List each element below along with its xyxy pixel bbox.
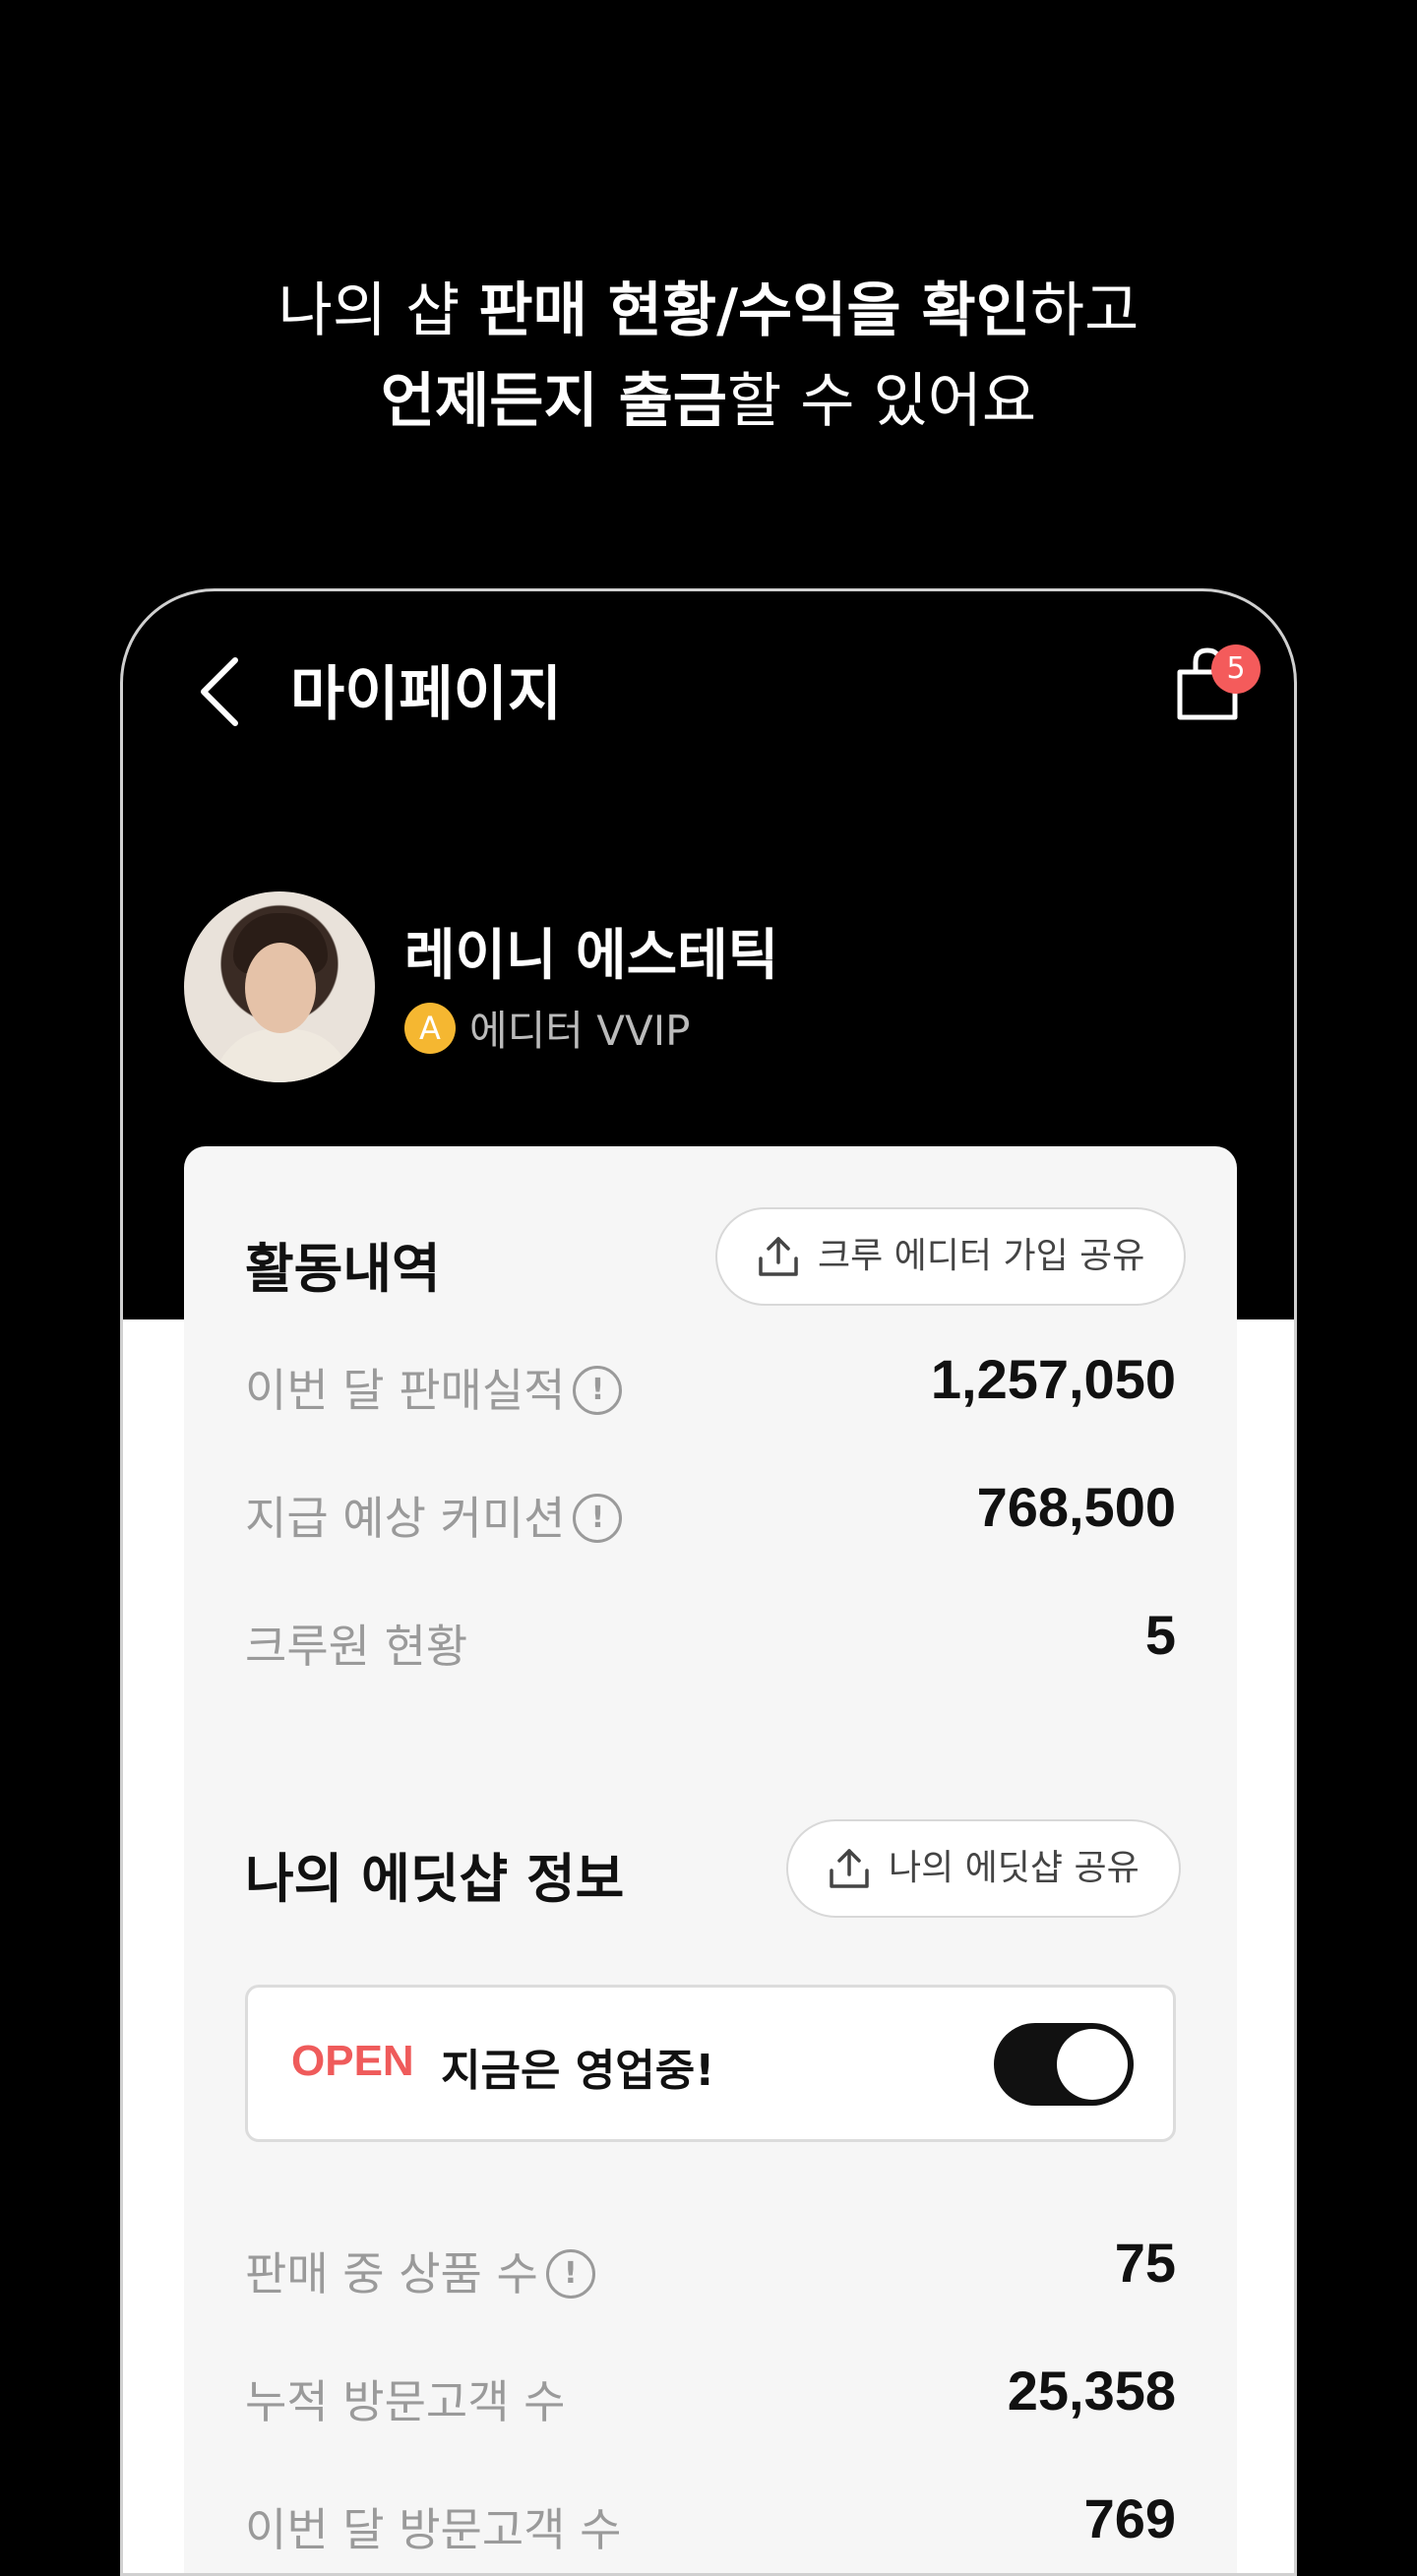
crew-status-row: 크루원 현황 5	[245, 1604, 1176, 1673]
monthly-visitors-row: 이번 달 방문고객 수 769	[245, 2487, 1176, 2556]
promo-line-2: 언제든지 출금할 수 있어요	[380, 367, 1037, 436]
share-icon	[759, 1237, 798, 1276]
info-icon[interactable]: !	[573, 1365, 623, 1415]
info-icon[interactable]: !	[573, 1493, 623, 1543]
app-header: 마이페이지 5	[123, 591, 1294, 778]
promo-line-1: 나의 샵 판매 현황/수익을 확인하고	[277, 276, 1140, 345]
shop-open-toggle[interactable]	[994, 2023, 1134, 2106]
promo-headline: 나의 샵 판매 현황/수익을 확인하고 언제든지 출금할 수 있어요	[0, 266, 1417, 447]
profile-section: 레이니 에스테틱 A 에디터 VVIP	[184, 891, 1237, 1088]
share-crew-editor-button[interactable]: 크루 에디터 가입 공유	[715, 1207, 1187, 1306]
avatar	[184, 891, 375, 1082]
dashboard-card: 활동내역 크루 에디터 가입 공유 이번 달 판매실적! 1,257,050 지…	[184, 1146, 1237, 2573]
total-visitors-value: 25,358	[1007, 2360, 1176, 2422]
info-icon[interactable]: !	[545, 2248, 595, 2299]
open-status-text: 지금은 영업중!	[441, 2046, 715, 2096]
shop-status-box: OPEN 지금은 영업중!	[245, 1985, 1176, 2142]
page-title: 마이페이지	[290, 660, 562, 729]
shop-section-title: 나의 에딧샵 정보	[245, 1848, 625, 1910]
monthly-sales-value: 1,257,050	[930, 1348, 1176, 1410]
products-on-sale-row: 판매 중 상품 수! 75	[245, 2232, 1176, 2300]
grade-label: 에디터 VVIP	[469, 1007, 691, 1055]
expected-commission-row: 지급 예상 커미션! 768,500	[245, 1476, 1176, 1545]
monthly-sales-row: 이번 달 판매실적! 1,257,050	[245, 1348, 1176, 1417]
cart-count-badge: 5	[1211, 644, 1261, 694]
share-icon	[830, 1849, 869, 1888]
grade-badge-icon: A	[404, 1003, 456, 1054]
activity-section-title: 활동내역	[245, 1238, 441, 1300]
open-status-tag: OPEN	[291, 2037, 414, 2085]
crew-status-value: 5	[1144, 1604, 1176, 1666]
share-edit-shop-button[interactable]: 나의 에딧샵 공유	[786, 1819, 1181, 1918]
products-on-sale-value: 75	[1114, 2232, 1176, 2294]
profile-name: 레이니 에스테틱	[404, 924, 779, 988]
toggle-knob	[1057, 2029, 1128, 2100]
expected-commission-value: 768,500	[976, 1476, 1176, 1538]
phone-frame: 마이페이지 5 레이니 에스테틱 A 에디터 VVIP 활동내역 크루 에디터 …	[120, 588, 1297, 2576]
total-visitors-row: 누적 방문고객 수 25,358	[245, 2360, 1176, 2428]
chevron-left-icon[interactable]	[190, 652, 249, 731]
